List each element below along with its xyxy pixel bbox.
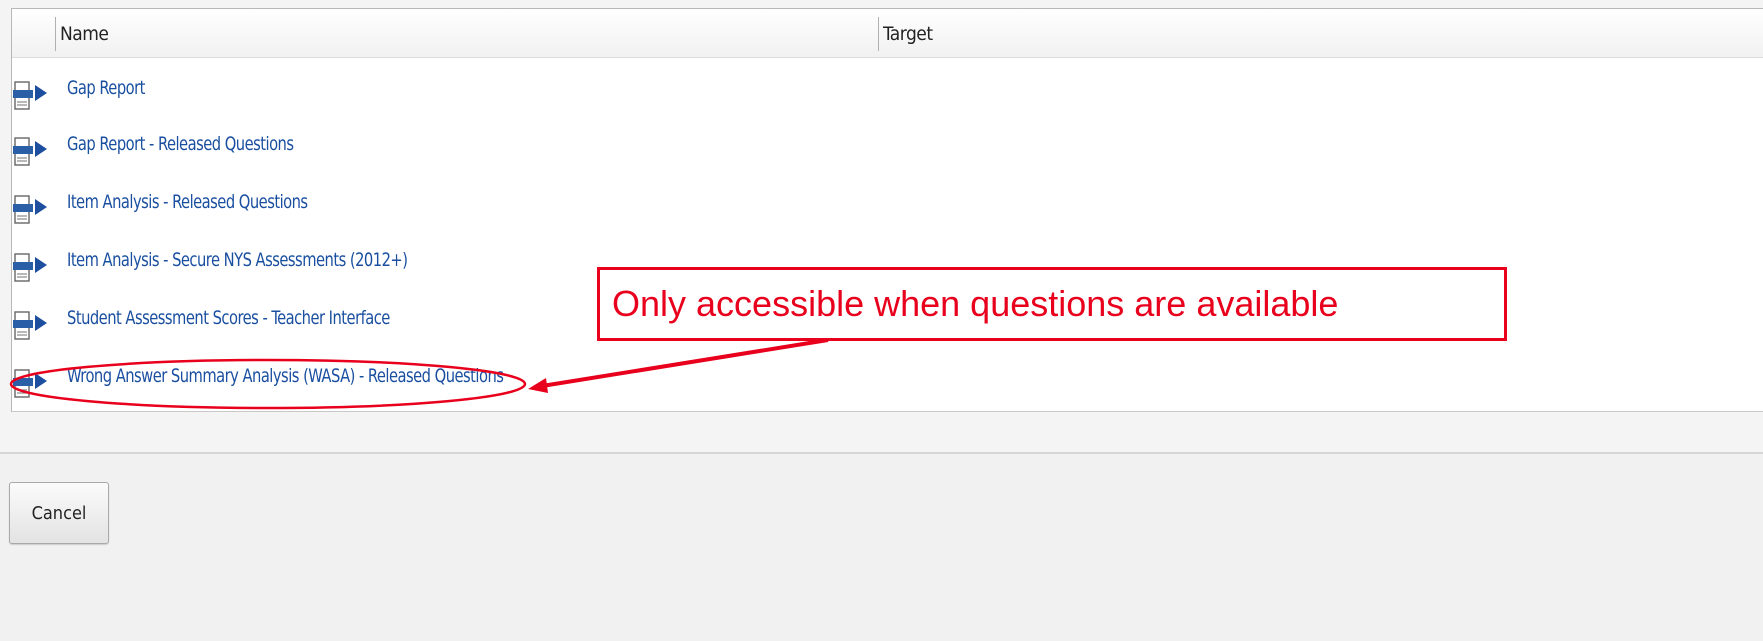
table-row[interactable]: Item Analysis - Released Questions xyxy=(12,179,1763,237)
html-report-icon xyxy=(13,137,47,166)
column-header-target[interactable]: Target xyxy=(878,17,1283,51)
html-report-icon xyxy=(13,195,47,224)
report-link-student-assessment-scores[interactable]: Student Assessment Scores - Teacher Inte… xyxy=(67,307,390,329)
report-link-gap-report-released[interactable]: Gap Report - Released Questions xyxy=(67,133,294,155)
report-link-wasa-released[interactable]: Wrong Answer Summary Analysis (WASA) - R… xyxy=(67,365,504,387)
report-link-gap-report[interactable]: Gap Report xyxy=(67,77,145,99)
table-row[interactable]: Wrong Answer Summary Analysis (WASA) - R… xyxy=(12,353,1763,411)
table-header-row: Name Target xyxy=(12,9,1763,58)
html-report-icon xyxy=(13,311,47,340)
footer-bar xyxy=(0,452,1763,641)
report-link-item-analysis-released[interactable]: Item Analysis - Released Questions xyxy=(67,191,308,213)
report-link-item-analysis-secure[interactable]: Item Analysis - Secure NYS Assessments (… xyxy=(67,249,408,271)
html-report-icon xyxy=(13,81,47,110)
html-report-icon xyxy=(13,369,47,398)
table-row[interactable]: Gap Report - Released Questions xyxy=(12,121,1763,179)
report-list-panel: Name Target Gap Report Gap Report - Rele… xyxy=(11,8,1763,412)
column-header-name[interactable]: Name xyxy=(55,17,880,51)
cancel-button[interactable]: Cancel xyxy=(9,482,109,544)
annotation-callout: Only accessible when questions are avail… xyxy=(597,267,1507,341)
table-row[interactable]: Gap Report xyxy=(12,65,1763,123)
html-report-icon xyxy=(13,253,47,282)
